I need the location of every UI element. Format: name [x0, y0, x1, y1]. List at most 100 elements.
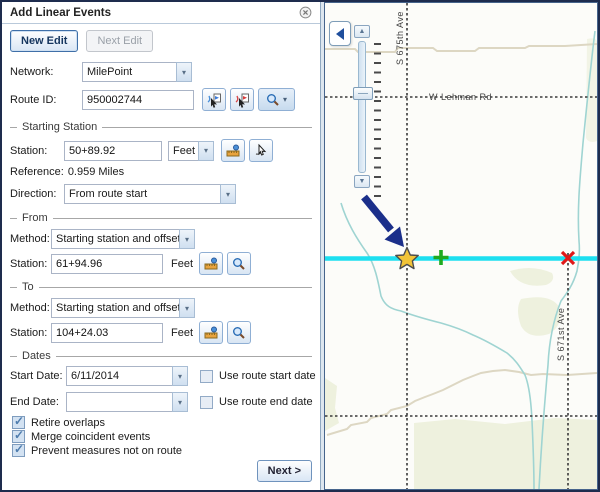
zoom-slider-track[interactable]: [358, 41, 366, 173]
network-label: Network:: [10, 66, 82, 78]
down-arrow-icon: ▼: [359, 178, 366, 185]
to-measure-button[interactable]: [199, 321, 223, 344]
dates-legend: Dates: [10, 350, 312, 362]
end-date-dropdown-arrow-icon[interactable]: ▾: [172, 392, 188, 412]
select-route-on-map-button[interactable]: [202, 88, 226, 111]
collapse-panel-button[interactable]: [329, 21, 351, 46]
starting-station-label: Station:: [10, 145, 64, 157]
add-linear-events-window: Add Linear Events New Edit Next Edit Net…: [0, 0, 600, 492]
zoom-slider-handle[interactable]: [353, 87, 373, 100]
use-route-end-date-label: Use route end date: [219, 396, 313, 408]
zoom-level-ticks: [374, 43, 381, 201]
from-method-label: Method:: [10, 233, 51, 245]
prevent-measures-label: Prevent measures not on route: [31, 445, 182, 457]
route-id-input[interactable]: [82, 90, 194, 110]
add-linear-events-panel: Add Linear Events New Edit Next Edit Net…: [2, 2, 321, 490]
starting-station-legend: Starting Station: [10, 121, 312, 133]
to-method-label: Method:: [10, 302, 51, 314]
new-edit-button[interactable]: New Edit: [10, 30, 78, 52]
ruler-icon: [225, 143, 241, 159]
ruler-icon: [203, 256, 219, 272]
road-label-s-671st-ave: S 671st Ave: [556, 308, 566, 361]
use-route-start-date-label: Use route start date: [219, 370, 316, 382]
magnifier-icon: [232, 326, 246, 340]
from-station-input[interactable]: [51, 254, 163, 274]
use-route-end-date-checkbox[interactable]: [200, 396, 213, 409]
annotation-arrow: [364, 197, 404, 247]
plus-marker: [434, 250, 449, 265]
pointer-select-icon: [253, 143, 269, 159]
next-edit-button[interactable]: Next Edit: [86, 30, 153, 52]
panel-title: Add Linear Events: [10, 7, 111, 19]
network-value: MilePoint: [82, 62, 176, 82]
collapse-left-arrow-icon: [336, 28, 344, 40]
clear-route-selection-button[interactable]: [230, 88, 254, 111]
land-patch-bottom: [414, 418, 597, 489]
from-zoom-button[interactable]: [227, 252, 251, 275]
starting-station-unit-select[interactable]: Feet ▾: [168, 141, 214, 161]
to-legend: To: [10, 281, 312, 293]
merge-coincident-events-label: Merge coincident events: [31, 431, 150, 443]
magnifier-icon: [232, 257, 246, 271]
starting-station-input[interactable]: [64, 141, 162, 161]
unit-dropdown-arrow-icon[interactable]: ▾: [198, 141, 214, 161]
start-date-picker[interactable]: 6/11/2014 ▾: [66, 366, 188, 386]
reference-label: Reference:: [10, 166, 64, 178]
direction-value: From route start: [64, 184, 220, 204]
network-select[interactable]: MilePoint ▾: [82, 62, 192, 82]
pick-station-on-map-button[interactable]: [249, 139, 273, 162]
to-legend-text: To: [22, 281, 34, 293]
to-method-dropdown-arrow-icon[interactable]: ▾: [179, 298, 195, 318]
to-method-select[interactable]: Starting station and offset ▾: [51, 298, 195, 318]
land-patch-left: [325, 378, 339, 431]
end-date-picker[interactable]: ▾: [66, 392, 188, 412]
from-measure-button[interactable]: [199, 252, 223, 275]
dates-legend-text: Dates: [22, 350, 51, 362]
zoom-out-button[interactable]: ▼: [354, 175, 370, 188]
end-date-value: [66, 392, 172, 412]
up-arrow-icon: ▲: [359, 28, 366, 35]
from-method-select[interactable]: Starting station and offset ▾: [51, 229, 195, 249]
from-unit-label: Feet: [171, 258, 195, 270]
retire-overlaps-label: Retire overlaps: [31, 417, 105, 429]
start-date-dropdown-arrow-icon[interactable]: ▾: [172, 366, 188, 386]
zoom-in-button[interactable]: ▲: [354, 25, 370, 38]
direction-label: Direction:: [10, 188, 64, 200]
search-dropdown-arrow-icon[interactable]: ▾: [283, 95, 287, 104]
land-patch-right-1: [510, 268, 553, 286]
road-label-s-675th-ave: S 675th Ave: [395, 11, 405, 65]
map-canvas[interactable]: W Lehman Rd S 675th Ave S 671st Ave ▲: [324, 2, 598, 490]
from-legend: From: [10, 212, 312, 224]
select-route-red-icon: [234, 92, 250, 108]
reference-value: 0.959 Miles: [68, 166, 124, 178]
starting-station-legend-text: Starting Station: [22, 121, 97, 133]
use-route-start-date-checkbox[interactable]: [200, 370, 213, 383]
magnifier-icon: [266, 93, 280, 107]
from-method-dropdown-arrow-icon[interactable]: ▾: [179, 229, 195, 249]
panel-titlebar: Add Linear Events: [2, 2, 320, 24]
to-unit-label: Feet: [171, 327, 195, 339]
start-date-label: Start Date:: [10, 370, 66, 382]
start-date-value: 6/11/2014: [66, 366, 172, 386]
direction-select[interactable]: From route start ▾: [64, 184, 236, 204]
next-button[interactable]: Next >: [257, 460, 312, 482]
prevent-measures-checkbox[interactable]: [12, 444, 25, 457]
road-label-w-lehman-rd: W Lehman Rd: [429, 92, 492, 102]
starting-station-unit-value: Feet: [168, 141, 198, 161]
to-zoom-button[interactable]: [227, 321, 251, 344]
select-route-blue-icon: [206, 92, 222, 108]
to-station-label: Station:: [10, 327, 51, 339]
close-button[interactable]: [299, 6, 312, 19]
route-id-label: Route ID:: [10, 94, 82, 106]
to-station-input[interactable]: [51, 323, 163, 343]
end-date-label: End Date:: [10, 396, 66, 408]
from-method-value: Starting station and offset: [51, 229, 179, 249]
land-patch-right-2: [518, 297, 560, 336]
close-icon: [299, 6, 312, 19]
ruler-icon: [203, 325, 219, 341]
measure-station-button[interactable]: [221, 139, 245, 162]
route-search-split-button[interactable]: ▾: [258, 88, 295, 111]
direction-dropdown-arrow-icon[interactable]: ▾: [220, 184, 236, 204]
network-dropdown-arrow-icon[interactable]: ▾: [176, 62, 192, 82]
from-legend-text: From: [22, 212, 48, 224]
